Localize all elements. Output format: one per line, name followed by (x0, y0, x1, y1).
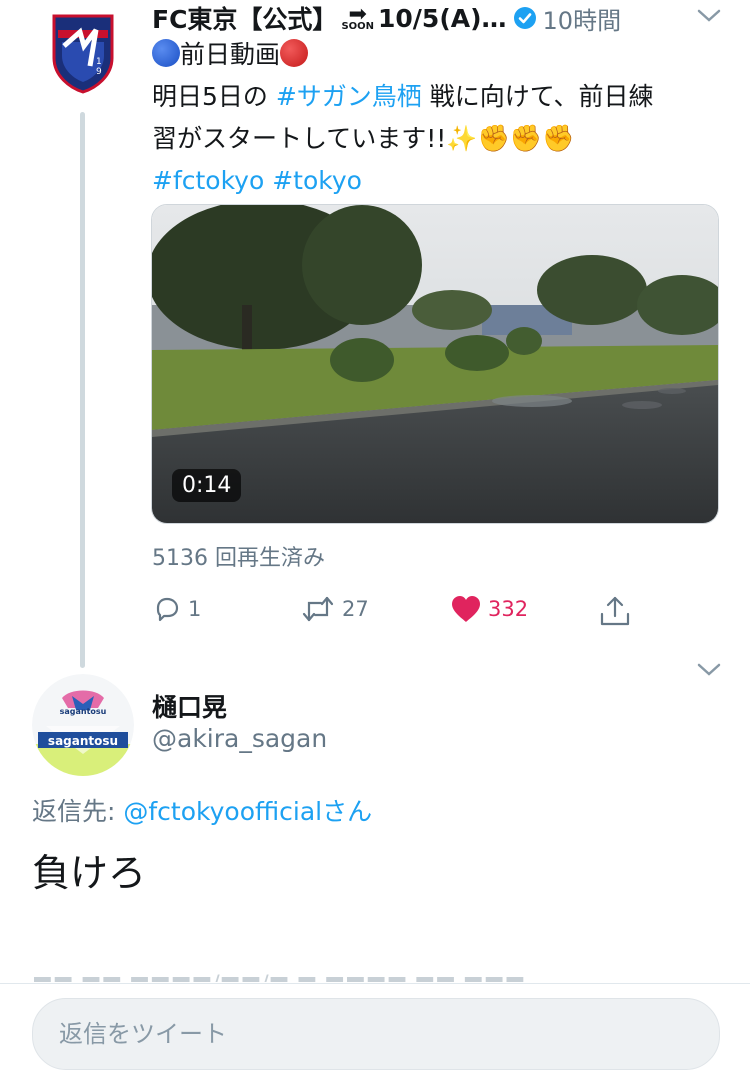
like-button[interactable]: 332 (450, 594, 528, 624)
tweet-line-1: 前日動画 (152, 34, 732, 76)
raised-fist-icon: ✊ (477, 124, 510, 154)
sparkles-icon: ✨ (446, 124, 478, 153)
tweet-line-2: 明日5日の #サガン鳥栖 戦に向けて、前日練 (152, 82, 654, 111)
soon-arrow-icon: ➡ SOON (341, 2, 375, 32)
svg-text:1: 1 (96, 57, 102, 67)
svg-text:sagantosu: sagantosu (60, 707, 107, 716)
retweet-icon (302, 596, 334, 622)
sagan-tosu-avatar[interactable]: sagantosu sagantosu (32, 674, 134, 776)
svg-text:sagantosu: sagantosu (48, 734, 118, 748)
reply-compose-box[interactable] (32, 998, 720, 1070)
reply-author-handle[interactable]: @akira_sagan (152, 724, 327, 753)
hashtag-tokyo[interactable]: #tokyo (272, 166, 362, 195)
tweet-menu-chevron-icon[interactable] (696, 8, 722, 24)
retweet-count: 27 (342, 597, 369, 621)
share-icon (600, 596, 630, 626)
reply-body: 負けろ (32, 851, 147, 895)
author-name[interactable]: FC東京【公式】 (152, 0, 337, 36)
heart-icon (452, 596, 480, 622)
raised-fist-icon: ✊ (542, 124, 575, 154)
blue-circle-icon (152, 39, 180, 67)
retweet-button[interactable]: 27 (300, 594, 369, 624)
video-duration: 0:14 (172, 469, 242, 502)
reply-input[interactable] (57, 1013, 701, 1055)
svg-text:9: 9 (96, 67, 102, 77)
share-button[interactable] (598, 594, 638, 628)
reply-menu-chevron-icon[interactable] (696, 662, 722, 678)
reply-to-line: 返信先: @fctokyoofficialさん (32, 792, 372, 828)
tweet-text: 前日動画 明日5日の #サガン鳥栖 戦に向けて、前日練 習がスタートしています!… (152, 34, 732, 202)
divider (0, 983, 750, 984)
hashtag-sagan-tosu[interactable]: #サガン鳥栖 (276, 82, 422, 111)
tweet-line-4: #fctokyo #tokyo (152, 160, 732, 202)
reply-icon (156, 597, 179, 622)
reply-to-mention[interactable]: @fctokyoofficialさん (123, 797, 372, 826)
tweet-time[interactable]: 10時間 (543, 1, 622, 36)
hashtag-fctokyo[interactable]: #fctokyo (152, 166, 264, 195)
raised-fist-icon: ✊ (509, 124, 543, 154)
fc-tokyo-avatar[interactable]: 1 9 (50, 12, 116, 94)
verified-badge-icon (513, 7, 536, 29)
reply-count: 1 (188, 597, 202, 621)
author-name-suffix[interactable]: 10/5(A)… (378, 4, 507, 33)
like-count: 332 (488, 597, 529, 621)
tweet-actions: 1 27 332 (152, 594, 652, 630)
reply-author-name[interactable]: 樋口晃 (152, 688, 227, 724)
tweet-header: FC東京【公式】 ➡ SOON 10/5(A)… 10時間 (152, 0, 712, 36)
thread-line (80, 112, 85, 668)
video-player[interactable]: 0:14 (151, 204, 719, 524)
reply-timestamp-clipped: ■■ ■■ ■■■■/■■/■ ■ ■■■■ ■■ ■■■ (32, 972, 525, 982)
reply-button[interactable]: 1 (152, 594, 201, 624)
red-circle-icon (280, 39, 309, 67)
reply-to-label: 返信先: (32, 797, 124, 826)
tweet-line-3: 習がスタートしています!!✨✊✊✊ (152, 118, 732, 160)
view-count: 5136 回再生済み (152, 546, 325, 571)
